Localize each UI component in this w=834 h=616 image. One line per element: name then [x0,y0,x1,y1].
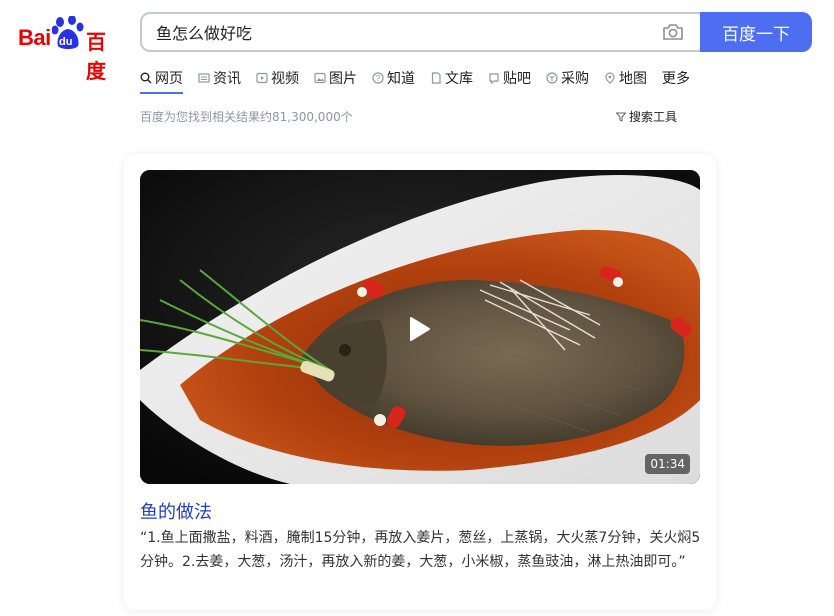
tab-map[interactable]: 地图 [604,64,647,92]
tab-purchase[interactable]: 采购 [546,64,589,92]
tab-label: 贴吧 [503,71,531,87]
search-tools-label: 搜索工具 [629,110,678,124]
result-description: “1.鱼上面撒盐，料酒，腌制15分钟，再放入姜片，葱丝，上蒸锅，大火蒸7分钟，关… [140,530,701,570]
tieba-icon [489,73,499,84]
tab-zhidao[interactable]: ? 知道 [372,64,415,92]
tab-label: 地图 [619,71,647,87]
purchase-icon [546,72,558,84]
video-result-card: 01:34 鱼的做法 “1.鱼上面撒盐，料酒，腌制15分钟，再放入姜片，葱丝，上… [124,154,716,610]
tab-web[interactable]: 网页 [140,64,183,94]
search-icon [140,72,152,84]
logo-text-bai: Bai [18,25,51,50]
filter-icon [616,112,626,122]
tab-video[interactable]: 视频 [256,64,299,92]
question-icon: ? [372,72,384,84]
logo-text-du: du [59,36,73,48]
search-tools[interactable]: 搜索工具 [616,108,677,125]
svg-text:?: ? [376,74,381,83]
baidu-logo[interactable]: Bai du 百度 [18,14,124,83]
document-icon [431,72,441,84]
search-button[interactable]: 百度一下 [700,12,812,52]
result-title-link[interactable]: 鱼的做法 [140,498,212,524]
play-icon[interactable] [408,316,432,342]
search-tabs: 网页 资讯 视频 图片 ? 知道 文库 贴吧 采购 地图 更多 [140,64,705,94]
tab-news[interactable]: 资讯 [198,64,241,92]
tab-label: 文库 [445,71,473,87]
video-icon [256,72,268,84]
search-box [140,12,702,52]
tab-label: 网页 [155,71,183,87]
header: Bai du 百度 百度一下 网页 资讯 视频 [0,0,834,124]
tab-label: 资讯 [213,71,241,87]
video-thumbnail[interactable]: 01:34 [140,170,700,484]
search-input[interactable] [156,14,636,50]
tab-more[interactable]: 更多 [662,64,690,92]
news-icon [198,73,210,83]
tab-images[interactable]: 图片 [314,64,357,92]
logo-text-cn: 百度 [86,30,106,83]
tab-label: 视频 [271,71,299,87]
map-icon [605,72,615,84]
video-duration: 01:34 [645,454,690,474]
result-count: 百度为您找到相关结果约81,300,000个 [140,110,353,124]
tab-label: 更多 [662,71,690,87]
tab-wenku[interactable]: 文库 [430,64,473,92]
tab-tieba[interactable]: 贴吧 [488,64,531,92]
tab-label: 知道 [387,71,415,87]
tab-label: 采购 [561,71,589,87]
camera-icon[interactable] [662,23,684,41]
image-icon [314,72,326,84]
tab-label: 图片 [329,71,357,87]
